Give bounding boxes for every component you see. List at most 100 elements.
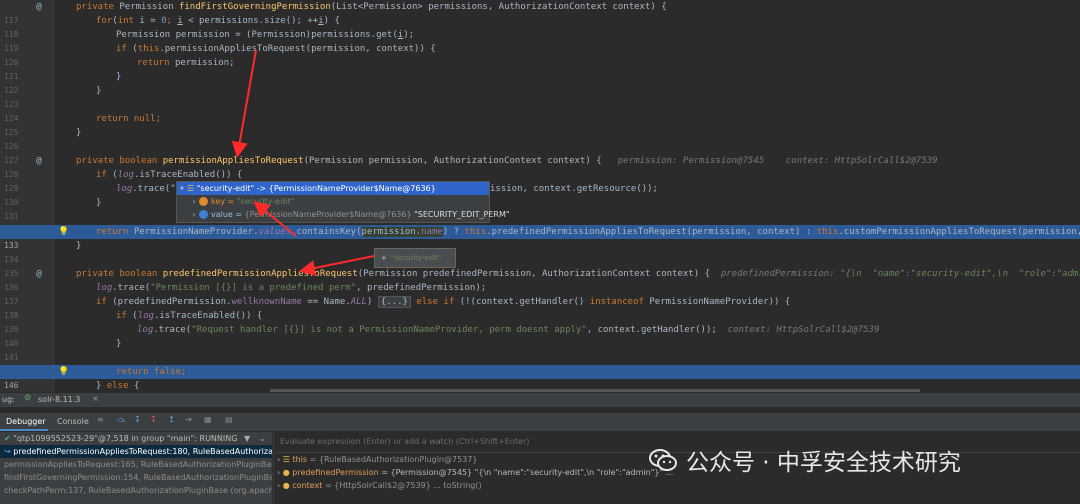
code-line-134[interactable]: 134 } (0, 239, 1080, 264)
code-line-146-highlighted[interactable]: 146 💡 return false; (0, 365, 1080, 390)
code-token: if (116, 311, 133, 321)
code-line-123[interactable]: 123 } (0, 84, 1080, 109)
evaluate-icon[interactable]: ▦ (204, 415, 212, 424)
code-line-137[interactable]: 137 log.trace("Permission [{}] is a pred… (0, 281, 1080, 306)
force-step-into-icon[interactable]: ↧ (150, 415, 157, 424)
code-line-121[interactable]: 121 return permission; (0, 56, 1080, 81)
stack-frame[interactable]: ↪ predefinedPermissionAppliesToRequest:1… (0, 445, 272, 458)
code-line-129[interactable]: 129 if (log.isTraceEnabled()) { (0, 168, 1080, 193)
popup-root-node[interactable]: ▾ ☰ "security-edit" -> {PermissionNamePro… (177, 182, 489, 195)
check-icon: ✔ (4, 434, 11, 443)
chevron-right-icon[interactable]: › (189, 195, 199, 208)
code-token: .permissionAppliesToRequest(permission, … (159, 44, 436, 54)
code-token: instanceof (589, 297, 650, 307)
code-line-127[interactable]: 127 (0, 140, 1080, 165)
tab-console[interactable]: Console (57, 417, 89, 426)
chevron-down-icon[interactable]: ▾ (177, 182, 187, 195)
inline-debug-hint: context: HttpSolrCall$2@7539 (785, 156, 938, 166)
code-token: private boolean (76, 269, 163, 279)
value-inspection-popup[interactable]: ▾ ☰ "security-edit" -> {PermissionNamePro… (176, 181, 510, 223)
code-line-138[interactable]: 138 if (predefinedPermission.wellknownNa… (0, 295, 1080, 320)
code-line-141[interactable]: 141 } (0, 337, 1080, 362)
override-marker-icon[interactable]: @ (33, 0, 45, 14)
expand-plus-icon[interactable]: + (381, 254, 387, 262)
code-token: .predefinedPermissionAppliesToRequest(pe… (486, 227, 817, 237)
popup-value-ref: {PermissionNameProvider$Name@7636} (244, 210, 412, 219)
code-line-131[interactable]: 131 } (0, 196, 1080, 221)
code-line-117[interactable]: 117 @ private Permission findFirstGovern… (0, 0, 1080, 25)
code-editor[interactable]: 117 @ private Permission findFirstGovern… (0, 0, 1080, 392)
stack-frame[interactable]: checkPathPerm:137, RuleBasedAuthorizatio… (0, 484, 272, 497)
code-line-132[interactable]: 132 (0, 210, 1080, 235)
code-line-120[interactable]: 120 if (this.permissionAppliesToRequest(… (0, 42, 1080, 67)
popup-key-value: "security-edit" (236, 197, 295, 206)
code-line-122[interactable]: 122 } (0, 70, 1080, 95)
popup-key-node[interactable]: › key = "security-edit" (177, 195, 489, 208)
stack-frame[interactable]: permissionAppliesToRequest:165, RuleBase… (0, 458, 272, 471)
code-line-125[interactable]: 125 return null; (0, 112, 1080, 137)
chevron-right-icon[interactable]: › (189, 208, 199, 221)
code-line-140[interactable]: 140 log.trace("Request handler [{}] is n… (0, 323, 1080, 348)
code-line-139[interactable]: 139 if (log.isTraceEnabled()) { (0, 309, 1080, 334)
override-marker-icon[interactable]: @ (33, 267, 45, 281)
chevron-down-icon[interactable]: ⌄ (259, 432, 266, 445)
code-token: values (258, 227, 292, 237)
step-into-icon[interactable]: ↧ (134, 415, 141, 424)
debug-session-tab[interactable]: solr-8.11.3 (38, 395, 80, 404)
code-line-126[interactable]: 126 } (0, 126, 1080, 151)
code-line-136[interactable]: 136 @ private boolean predefinedPermissi… (0, 267, 1080, 292)
code-line-119[interactable]: 119 Permission permission = (Permission)… (0, 28, 1080, 53)
code-token: .trace("P (132, 184, 182, 194)
run-config-icon: ⚙ (24, 393, 32, 402)
code-token: } (116, 72, 122, 82)
code-token: else if (410, 297, 460, 307)
code-token: if (96, 297, 113, 307)
code-token: { (133, 381, 140, 391)
code-line-142[interactable]: 142 (0, 351, 1080, 376)
popup-root-label: "security-edit" -> {PermissionNameProvid… (196, 184, 436, 193)
code-line-133-current[interactable]: 133 💡 return PermissionNameProvider.valu… (0, 225, 1080, 250)
run-to-cursor-icon[interactable]: ⇥ (185, 415, 192, 424)
lightbulb-icon[interactable]: 💡 (58, 225, 69, 239)
code-token: (List<Permission> permissions, Authoriza… (330, 2, 667, 12)
folded-code-block[interactable]: {...} (377, 296, 411, 308)
code-token: ) ? (442, 227, 465, 237)
code-token: } (116, 339, 122, 349)
code-token: predefinedPermissionAppliesToRequest (162, 269, 358, 279)
step-out-icon[interactable]: ↥ (168, 415, 175, 424)
lightbulb-icon[interactable]: 💡 (58, 365, 69, 379)
code-token: ission, context.getResource()); (490, 184, 658, 194)
code-line-128[interactable]: 128 @ private boolean permissionAppliesT… (0, 154, 1080, 179)
step-over-icon[interactable]: ⤼ (117, 415, 126, 425)
override-marker-icon[interactable]: @ (33, 154, 45, 168)
code-token: return null (96, 114, 156, 124)
code-token: "Request handler [{}] is not a Permissio… (191, 325, 587, 335)
parameter-icon: ● (282, 481, 290, 490)
code-token: ) { (323, 16, 340, 26)
popup-value-node[interactable]: › value = {PermissionNameProvider$Name@76… (177, 208, 510, 221)
variable-row[interactable]: › ● context = {HttpSolrCall$2@7539} ... … (275, 479, 1080, 492)
list-icon: ☰ (187, 184, 195, 193)
code-token: private boolean (76, 156, 163, 166)
menu-icon[interactable]: ≡ (97, 415, 104, 424)
watermark-text: 公众号 · 中孚安全技术研究 (686, 450, 961, 476)
code-line-135[interactable]: 135 (0, 253, 1080, 278)
filter-icon[interactable]: ▼ (244, 432, 250, 445)
code-token: .customPermissionAppliesToRequest(permis… (838, 227, 1080, 237)
code-token: return false (116, 367, 182, 377)
table-view-icon[interactable]: ▤ (225, 415, 233, 424)
stack-frame[interactable]: findFirstGoverningPermission:154, RuleBa… (0, 471, 272, 484)
stack-frame-label: checkPathPerm:137, RuleBasedAuthorizatio… (4, 486, 272, 495)
code-line-130[interactable]: 130 log.trace("P ission, context.getReso… (0, 182, 1080, 207)
variable-value: = {RuleBasedAuthorizationPlugin@7537} (307, 455, 478, 464)
tab-debugger[interactable]: Debugger (6, 417, 46, 426)
variable-tooltip[interactable]: + "security-edit" (374, 248, 456, 268)
chevron-right-icon[interactable]: › (277, 468, 280, 477)
code-line-124[interactable]: 124 (0, 98, 1080, 123)
chevron-right-icon[interactable]: › (277, 455, 280, 464)
chevron-right-icon[interactable]: › (277, 481, 280, 490)
close-icon[interactable]: × (92, 394, 99, 403)
thread-selector[interactable]: ✔ "qtp1099552523-29"@7,518 in group "mai… (0, 432, 272, 445)
code-token: log (96, 283, 113, 293)
code-line-118[interactable]: 118 for(int i = 0; i < permissions.size(… (0, 14, 1080, 39)
